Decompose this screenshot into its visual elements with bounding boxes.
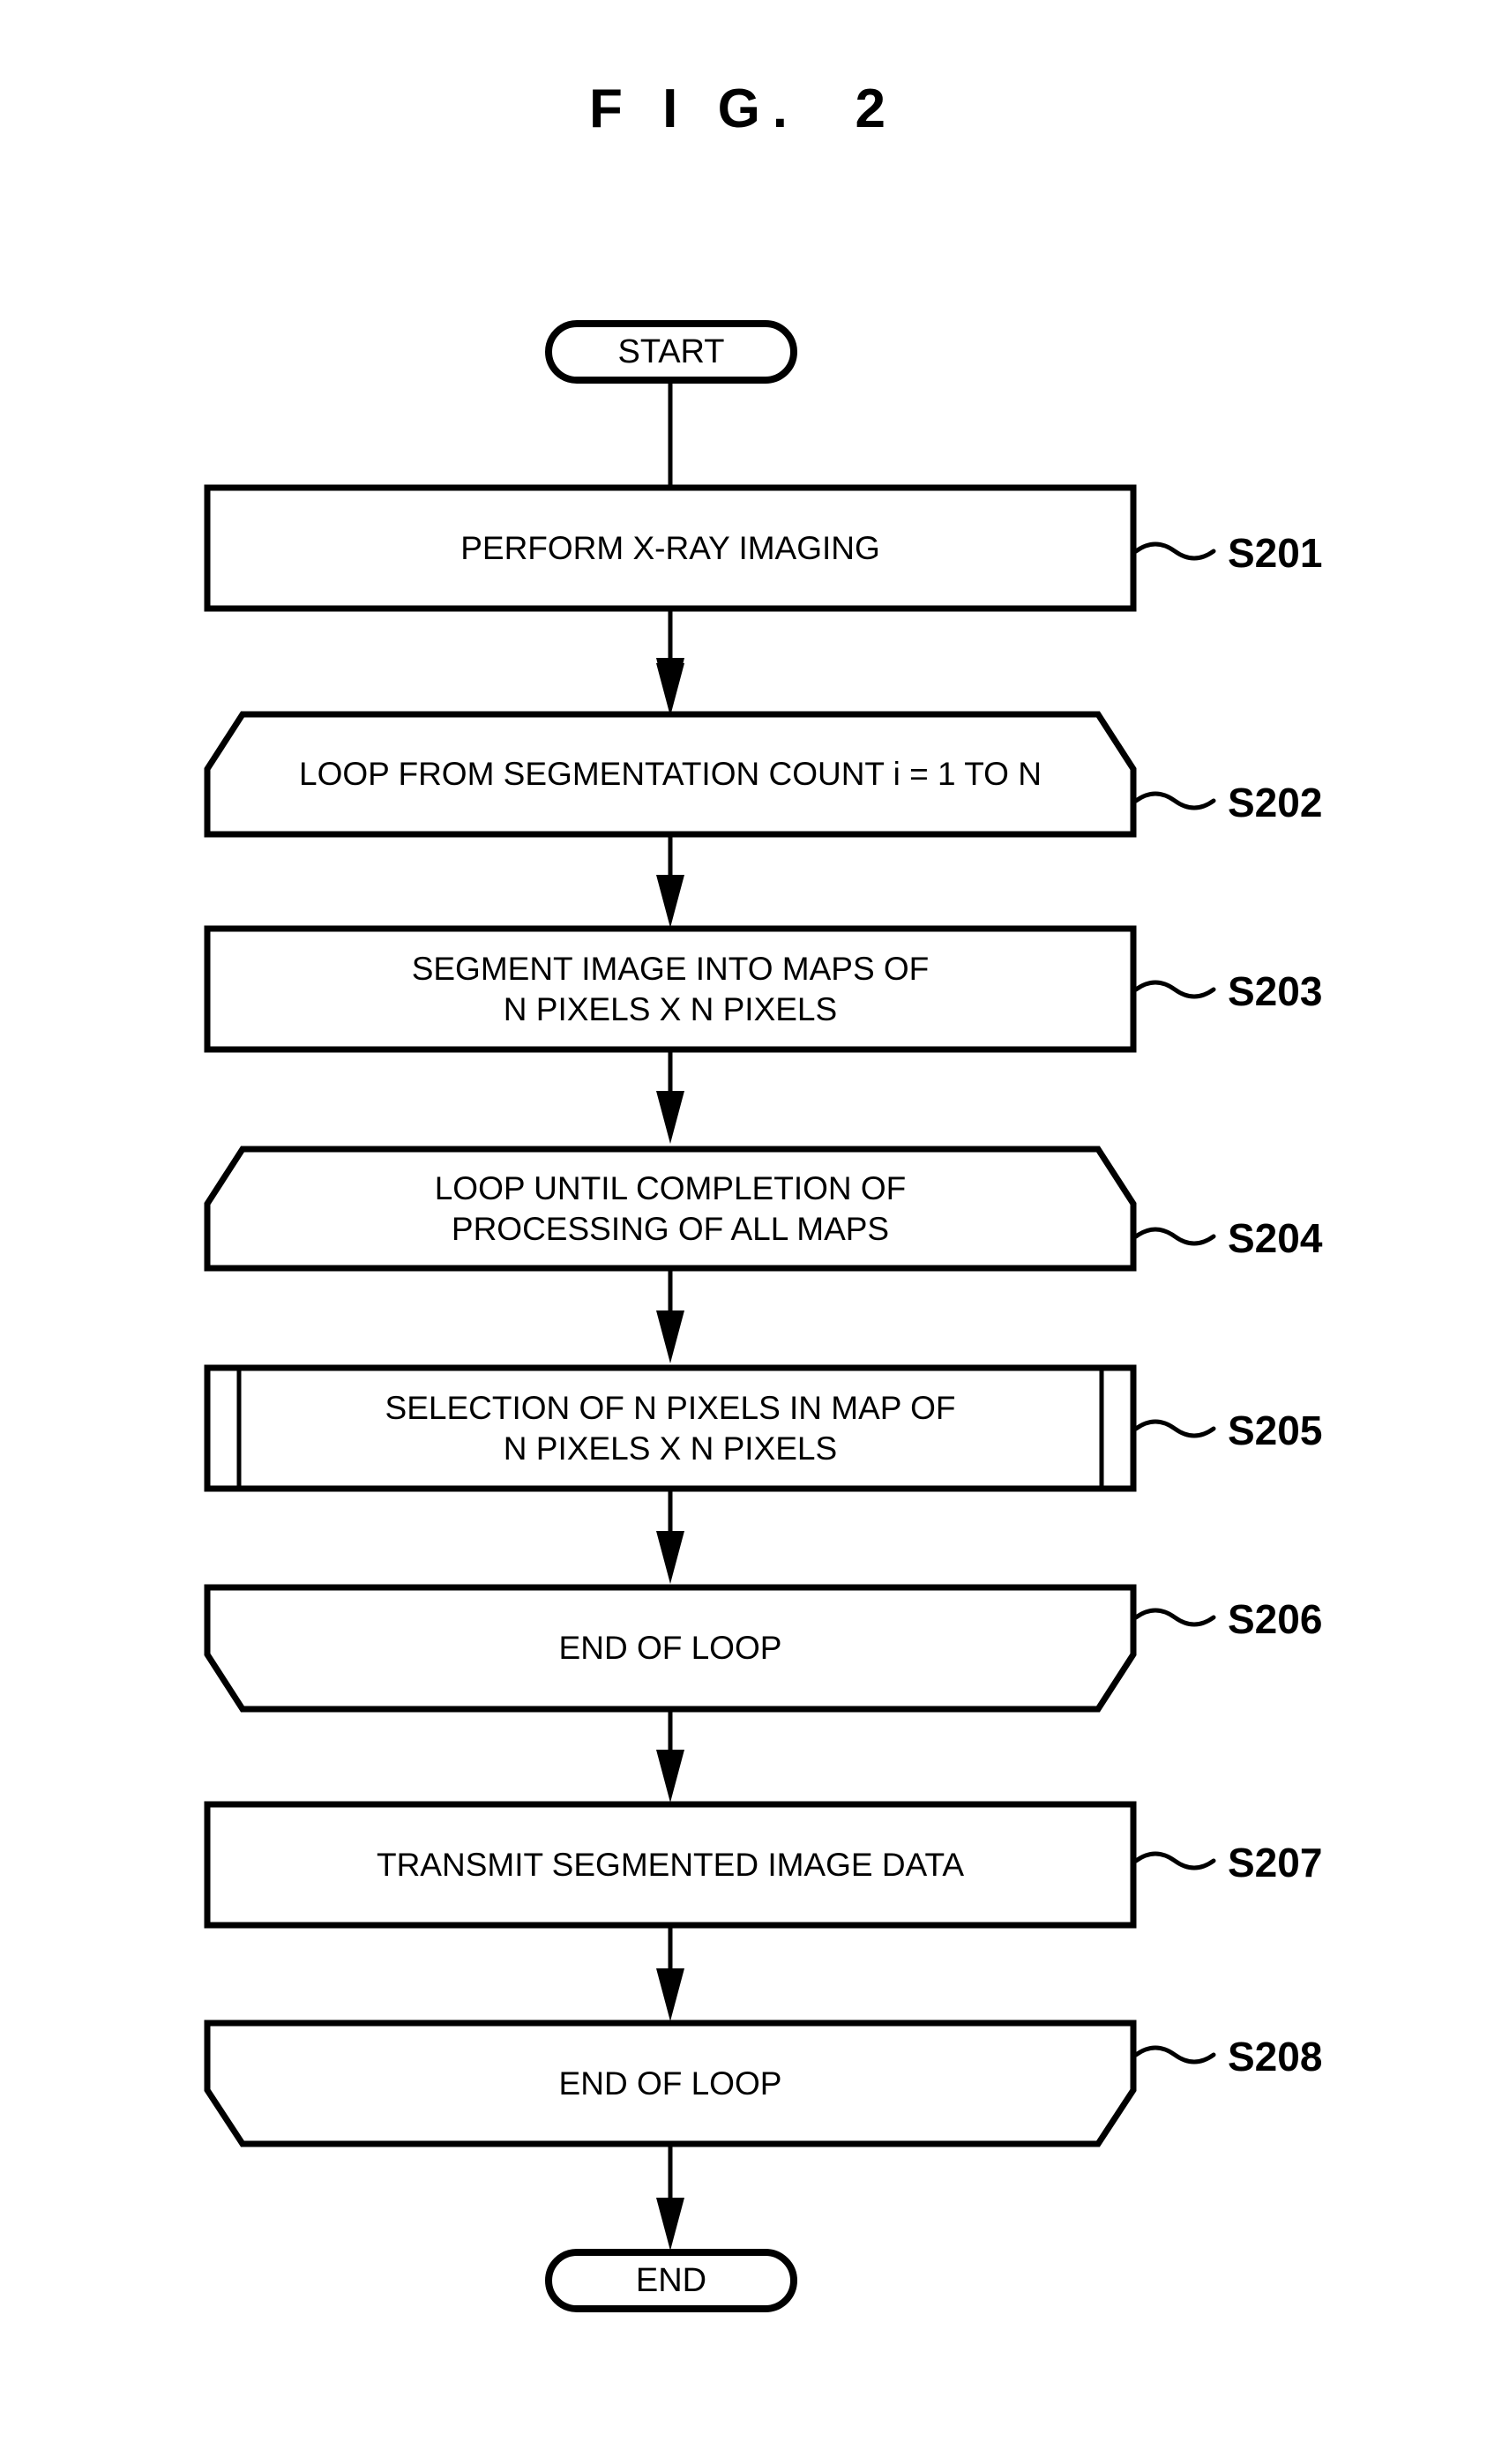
squiggle-s207: [1133, 1851, 1216, 1870]
node-label-s204: LOOP UNTIL COMPLETION OF PROCESSING OF A…: [434, 1169, 907, 1247]
connector-s207-to-s208: [656, 1926, 684, 2021]
connector-s205-to-s206: [656, 1490, 684, 1584]
step-label-s205: S205: [1228, 1407, 1323, 1453]
step-label-s208: S208: [1228, 2034, 1323, 2079]
connector-s206-to-s207: [656, 1711, 684, 1803]
connector-s202-to-s203: [656, 836, 684, 928]
step-label-s202: S202: [1228, 780, 1323, 825]
step-label-s203: S203: [1228, 968, 1323, 1014]
connector-s201-to-s202: [656, 610, 684, 716]
step-label-s201: S201: [1228, 530, 1323, 576]
node-label-s203: SEGMENT IMAGE INTO MAPS OF N PIXELS X N …: [411, 950, 930, 1027]
node-label-start: START: [617, 333, 725, 370]
step-label-s204: S204: [1228, 1215, 1323, 1261]
step-label-s207: S207: [1228, 1840, 1323, 1885]
squiggle-s206: [1133, 1608, 1216, 1627]
node-label-s201: PERFORM X-RAY IMAGING: [460, 529, 880, 566]
node-label-s208: END OF LOOP: [558, 2065, 782, 2102]
squiggle-s203: [1133, 980, 1216, 999]
node-label-end: END: [635, 2262, 707, 2299]
connector-s204-to-s205: [656, 1270, 684, 1363]
squiggle-s204: [1133, 1227, 1216, 1246]
squiggle-s201: [1133, 541, 1216, 561]
node-label-s207: TRANSMIT SEGMENTED IMAGE DATA: [376, 1846, 965, 1883]
step-label-s206: S206: [1228, 1596, 1323, 1642]
connector-s208-to-end: [656, 2145, 684, 2251]
squiggle-s202: [1133, 791, 1216, 810]
squiggle-s208: [1133, 2045, 1216, 2065]
connector-s203-to-s204: [656, 1051, 684, 1144]
squiggle-s205: [1133, 1419, 1216, 1438]
node-label-s205: SELECTION OF N PIXELS IN MAP OF N PIXELS…: [385, 1389, 956, 1467]
node-label-s206: END OF LOOP: [558, 1630, 782, 1666]
node-label-s202: LOOP FROM SEGMENTATION COUNT i = 1 TO N: [299, 756, 1042, 792]
figure-root: F I G. 2 START PERFORM X-RAY IMAGING LOO…: [0, 0, 1487, 2464]
